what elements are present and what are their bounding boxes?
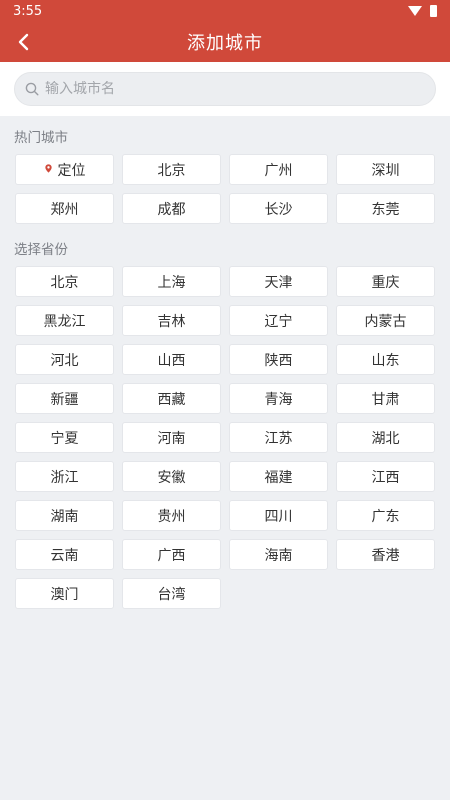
province-item[interactable]: 广东 [336,500,435,531]
hot-city-beijing[interactable]: 北京 [122,154,221,185]
chevron-left-icon [18,33,29,51]
province-item[interactable]: 吉林 [122,305,221,336]
province-item[interactable]: 辽宁 [229,305,328,336]
province-item[interactable]: 湖南 [15,500,114,531]
province-item[interactable]: 陕西 [229,344,328,375]
province-item[interactable]: 湖北 [336,422,435,453]
page-title: 添加城市 [187,33,263,54]
province-item[interactable]: 宁夏 [15,422,114,453]
province-item[interactable]: 澳门 [15,578,114,609]
province-item[interactable]: 青海 [229,383,328,414]
app-header: 3:55 添加城市 [0,0,450,62]
status-time: 3:55 [13,3,43,19]
province-item[interactable]: 云南 [15,539,114,570]
province-item[interactable]: 内蒙古 [336,305,435,336]
province-item[interactable]: 江西 [336,461,435,492]
province-item[interactable]: 西藏 [122,383,221,414]
battery-icon [430,5,437,17]
province-item[interactable]: 广西 [122,539,221,570]
province-item[interactable]: 北京 [15,266,114,297]
province-item[interactable]: 河南 [122,422,221,453]
province-item[interactable]: 贵州 [122,500,221,531]
hot-city-shenzhen[interactable]: 深圳 [336,154,435,185]
wifi-icon [408,6,422,16]
province-item[interactable]: 安徽 [122,461,221,492]
hot-cities-title: 热门城市 [14,130,68,146]
hot-city-changsha[interactable]: 长沙 [229,193,328,224]
province-item[interactable]: 台湾 [122,578,221,609]
search-input[interactable] [45,81,425,97]
province-item[interactable]: 甘肃 [336,383,435,414]
location-pin-icon [44,164,52,173]
province-item[interactable]: 香港 [336,539,435,570]
search-area [0,62,450,116]
province-item[interactable]: 新疆 [15,383,114,414]
province-item[interactable]: 海南 [229,539,328,570]
province-item[interactable]: 江苏 [229,422,328,453]
province-item[interactable]: 山东 [336,344,435,375]
status-icons [408,5,437,17]
provinces-title: 选择省份 [14,242,68,258]
nav-bar: 添加城市 [0,22,450,62]
provinces-grid: 北京 上海 天津 重庆黑龙江 吉林 辽宁 内蒙古河北 山西 陕西 山东新疆 西藏 青海 甘肃宁夏 河南 江苏… [0,262,450,609]
hot-city-chengdu[interactable]: 成都 [122,193,221,224]
hot-cities-grid: 定位 北京 广州 深圳 郑州 成都 长沙 东莞 [0,150,450,224]
province-item[interactable]: 天津 [229,266,328,297]
locate-button[interactable]: 定位 [15,154,114,185]
search-icon [25,82,39,96]
back-button[interactable] [10,28,38,56]
province-item[interactable]: 重庆 [336,266,435,297]
hot-city-dongguan[interactable]: 东莞 [336,193,435,224]
hot-city-zhengzhou[interactable]: 郑州 [15,193,114,224]
province-item[interactable]: 福建 [229,461,328,492]
province-item[interactable]: 河北 [15,344,114,375]
province-item[interactable]: 浙江 [15,461,114,492]
province-item[interactable]: 四川 [229,500,328,531]
province-item[interactable]: 黑龙江 [15,305,114,336]
province-item[interactable]: 山西 [122,344,221,375]
hot-city-guangzhou[interactable]: 广州 [229,154,328,185]
locate-label: 定位 [57,162,86,179]
search-box[interactable] [14,72,436,106]
status-bar: 3:55 [0,0,450,22]
province-item[interactable]: 上海 [122,266,221,297]
